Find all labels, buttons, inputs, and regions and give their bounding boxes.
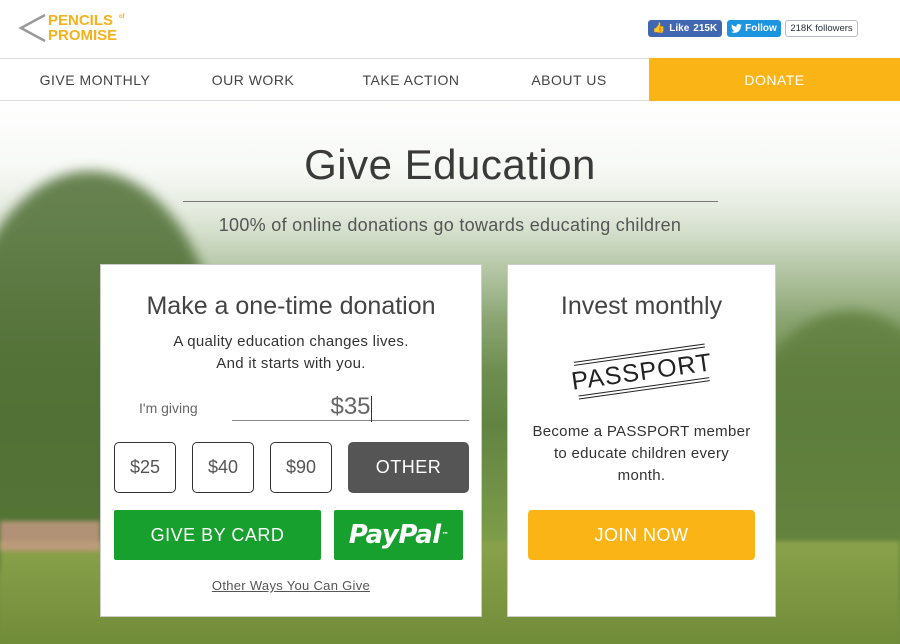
text-caret: [371, 396, 372, 422]
monthly-line3: month.: [617, 467, 666, 484]
one-time-title: Make a one-time donation: [146, 292, 436, 320]
amount-40-button[interactable]: $40: [192, 442, 254, 493]
twitter-bird-icon: [731, 24, 743, 33]
paypal-label: PayPal: [348, 520, 441, 550]
one-time-line2: And it starts with you.: [216, 355, 366, 372]
join-now-button[interactable]: JOIN NOW: [528, 510, 755, 560]
one-time-line1: A quality education changes lives.: [173, 333, 409, 350]
monthly-line1: Become a PASSPORT member: [532, 423, 751, 440]
amount-25-button[interactable]: $25: [114, 442, 176, 493]
monthly-donation-card: Invest monthly PASSPORT Become a PASSPOR…: [507, 264, 776, 617]
nav-about-us[interactable]: ABOUT US: [514, 59, 624, 101]
other-ways-link[interactable]: Other Ways You Can Give: [101, 578, 481, 593]
thumbs-up-icon: 👍: [652, 23, 666, 34]
passport-logo: PASSPORT: [570, 343, 714, 400]
title-divider: [183, 201, 718, 202]
facebook-like-button[interactable]: 👍 Like 215K: [648, 20, 722, 37]
donation-amount-input[interactable]: [232, 393, 469, 421]
nav-take-action[interactable]: TAKE ACTION: [349, 59, 473, 101]
monthly-title: Invest monthly: [560, 292, 723, 320]
logo-text: PENCILS PROMISE: [48, 12, 118, 44]
nav-donate-button[interactable]: DONATE: [649, 58, 900, 102]
logo-chevron-icon: [18, 13, 46, 43]
giving-label: I'm giving: [139, 400, 198, 416]
one-time-donation-card: Make a one-time donation A quality educa…: [100, 264, 482, 617]
pencils-of-promise-logo[interactable]: PENCILS PROMISE of: [18, 12, 138, 46]
fb-like-label: Like: [669, 23, 690, 34]
nav-give-monthly[interactable]: GIVE MONTHLY: [22, 59, 168, 101]
give-by-card-button[interactable]: GIVE BY CARD: [114, 510, 321, 560]
twitter-follower-count[interactable]: 218K followers: [785, 20, 858, 37]
nav-our-work[interactable]: OUR WORK: [198, 59, 308, 101]
twitter-follow-button[interactable]: Follow: [727, 20, 781, 37]
fb-like-count: 215K: [693, 23, 718, 34]
main-nav: GIVE MONTHLY OUR WORK TAKE ACTION ABOUT …: [0, 58, 900, 102]
monthly-line2: to educate children every: [553, 445, 730, 462]
site-header: PENCILS PROMISE of 👍 Like 215K Follow 21…: [0, 0, 900, 58]
background-hut: [0, 521, 100, 551]
paypal-logo: PayPal ™: [334, 510, 463, 560]
trademark-symbol: ™: [441, 531, 449, 539]
paypal-button[interactable]: PayPal ™: [334, 510, 463, 560]
logo-of: of: [119, 14, 125, 20]
amount-90-button[interactable]: $90: [270, 442, 332, 493]
twitter-follow-label: Follow: [745, 23, 777, 34]
page-title: Give Education: [304, 141, 596, 188]
other-amount-button[interactable]: OTHER: [348, 442, 469, 493]
page-subtitle: 100% of online donations go towards educ…: [218, 215, 682, 235]
